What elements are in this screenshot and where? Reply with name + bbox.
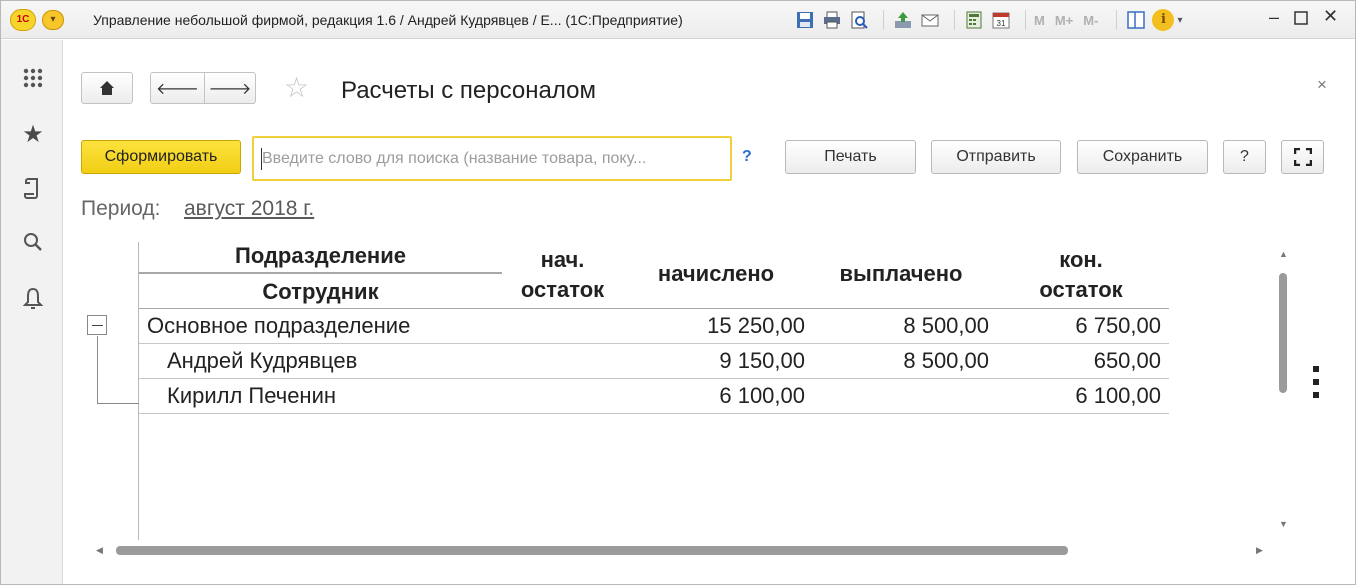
main-sections-icon[interactable]	[21, 66, 45, 90]
header-paid: выплачено	[839, 261, 963, 286]
report-form: 🡐 🡒 ☆ Расчеты с персоналом × Сформироват…	[64, 40, 1355, 584]
tree-connector	[97, 403, 139, 404]
scroll-up-icon[interactable]: ▲	[1279, 249, 1288, 259]
header-closing-2: остаток	[1039, 277, 1123, 302]
toolbar-separator	[1116, 10, 1118, 30]
calendar-icon[interactable]: 31	[990, 9, 1012, 31]
header-accrued: начислено	[657, 261, 775, 286]
scroll-down-icon[interactable]: ▼	[1279, 519, 1288, 529]
main-menu-button[interactable]: ▾	[42, 10, 64, 30]
panels-icon[interactable]	[1125, 9, 1147, 31]
horizontal-scrollbar[interactable]: ◀ ▶	[96, 542, 1266, 558]
scroll-right-icon[interactable]: ▶	[1256, 545, 1263, 556]
toolbar-separator	[1025, 10, 1026, 30]
history-icon[interactable]	[21, 176, 45, 200]
header-opening-1: нач.	[540, 247, 585, 272]
page-title: Расчеты с персоналом	[341, 77, 596, 104]
help-button[interactable]: ?	[1223, 140, 1266, 174]
arrow-left-icon: 🡐	[156, 80, 199, 98]
vertical-scrollbar[interactable]: ▲ ▼	[1277, 249, 1289, 547]
generate-button[interactable]: Сформировать	[81, 140, 241, 174]
row-name: Основное подразделение	[147, 313, 411, 338]
home-button[interactable]	[81, 72, 133, 104]
upload-icon[interactable]	[892, 9, 914, 31]
window-title: Управление небольшой фирмой, редакция 1.…	[93, 12, 683, 28]
search-icon[interactable]	[21, 230, 45, 254]
row-name: Андрей Кудрявцев	[167, 348, 358, 373]
vertical-scroll-thumb[interactable]	[1279, 273, 1287, 393]
period-label: Период:	[81, 197, 161, 220]
table-row-employee[interactable]: Кирилл Печенин 6 100,00 6 100,00	[139, 379, 1169, 414]
title-toolbar: 31 M M+ M- i ▾	[794, 9, 1182, 31]
maximize-icon[interactable]	[1294, 9, 1308, 30]
app-logo: 1С	[10, 9, 36, 31]
row-closing: 650,00	[1093, 348, 1161, 373]
print-button[interactable]: Печать	[785, 140, 916, 174]
favorite-star-icon[interactable]: ☆	[284, 74, 309, 102]
memory-button-m-minus[interactable]: M-	[1083, 13, 1098, 28]
toolbar-separator	[883, 10, 884, 30]
row-closing: 6 750,00	[1075, 313, 1161, 338]
favorites-star-icon[interactable]: ★	[21, 121, 45, 148]
header-opening-2: остаток	[520, 277, 605, 302]
row-accrued: 6 100,00	[719, 383, 805, 408]
close-window-icon[interactable]: ✕	[1323, 6, 1338, 27]
more-actions-icon[interactable]	[1313, 366, 1321, 406]
header-divider	[139, 272, 502, 274]
close-form-icon[interactable]: ×	[1317, 75, 1327, 95]
home-icon	[100, 81, 114, 95]
toolbar-separator	[954, 10, 955, 30]
print-icon[interactable]	[821, 9, 843, 31]
save-button[interactable]: Сохранить	[1077, 140, 1208, 174]
horizontal-scroll-thumb[interactable]	[116, 546, 1068, 555]
scroll-left-icon[interactable]: ◀	[96, 545, 103, 556]
print-preview-icon[interactable]	[848, 9, 870, 31]
info-icon[interactable]: i	[1152, 9, 1175, 31]
notifications-bell-icon[interactable]	[21, 286, 45, 310]
group-collapse-toggle[interactable]	[87, 315, 107, 335]
row-paid: 8 500,00	[903, 313, 989, 338]
header-closing-1: кон.	[1059, 247, 1103, 272]
svg-text:31: 31	[997, 19, 1006, 28]
calculator-icon[interactable]	[963, 9, 985, 31]
table-row-department[interactable]: Основное подразделение 15 250,00 8 500,0…	[139, 309, 1169, 344]
row-accrued: 15 250,00	[707, 313, 805, 338]
save-icon[interactable]	[794, 9, 816, 31]
sections-sidebar: ★	[1, 40, 63, 584]
back-button[interactable]: 🡐	[150, 72, 204, 104]
row-paid: 8 500,00	[903, 348, 989, 373]
header-department: Подразделение	[235, 243, 406, 268]
header-employee: Сотрудник	[262, 279, 379, 304]
report-table: Подразделение Сотрудник нач. остаток нач…	[81, 236, 1186, 548]
row-name: Кирилл Печенин	[167, 383, 337, 408]
search-input[interactable]: Введите слово для поиска (название товар…	[252, 136, 732, 181]
forward-button[interactable]: 🡒	[204, 72, 256, 104]
tree-connector	[97, 336, 98, 404]
search-help-icon[interactable]: ?	[742, 148, 752, 166]
row-closing: 6 100,00	[1075, 383, 1161, 408]
table-row-employee[interactable]: Андрей Кудрявцев 9 150,00 8 500,00 650,0…	[139, 344, 1169, 379]
period-value-link[interactable]: август 2018 г.	[184, 197, 314, 221]
send-button[interactable]: Отправить	[931, 140, 1061, 174]
memory-button-m[interactable]: M	[1034, 13, 1045, 28]
row-accrued: 9 150,00	[719, 348, 805, 373]
fullscreen-icon	[1293, 148, 1312, 166]
mail-icon[interactable]	[919, 9, 941, 31]
arrow-right-icon: 🡒	[208, 80, 252, 98]
memory-button-m-plus[interactable]: M+	[1055, 13, 1073, 28]
app-window: 1С ▾ Управление небольшой фирмой, редакц…	[0, 0, 1356, 585]
minimize-icon[interactable]: –	[1269, 7, 1279, 28]
info-dropdown-icon[interactable]: ▾	[1177, 15, 1182, 26]
title-bar: 1С ▾ Управление небольшой фирмой, редакц…	[1, 1, 1355, 39]
fullscreen-button[interactable]	[1281, 140, 1324, 174]
